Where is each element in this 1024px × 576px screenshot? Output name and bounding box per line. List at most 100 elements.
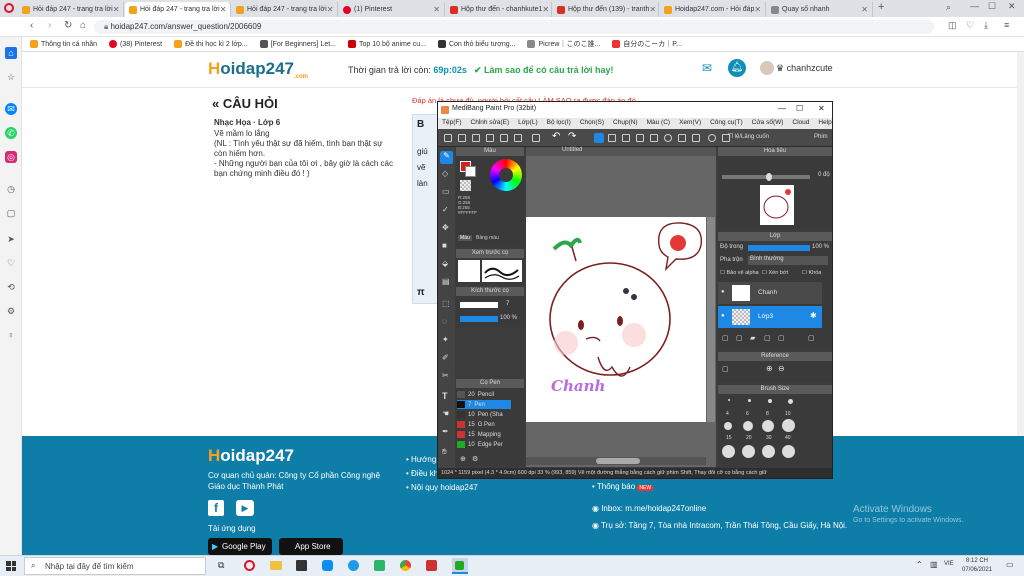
clock-time[interactable]: 8:12 CH (966, 558, 988, 564)
browser-tab-active[interactable]: Hỏi đáp 247 - trang tra lời ✕ (125, 2, 231, 17)
heart-icon[interactable]: ♡ (966, 20, 974, 31)
snap-curve-icon[interactable] (678, 134, 686, 142)
reload-icon[interactable]: ↻ (64, 20, 72, 31)
snap-off-icon[interactable] (692, 134, 700, 142)
close-window-button[interactable]: ✕ (1008, 1, 1016, 12)
canvas-vertical-scrollbar[interactable] (707, 217, 715, 422)
send-icon[interactable]: ➤ (5, 233, 17, 245)
dropdown-icon[interactable] (514, 134, 522, 142)
new-tab-button[interactable]: + (878, 1, 884, 13)
footer-link[interactable]: • Nội quy hoidap247 (406, 481, 478, 495)
site-logo[interactable]: Hoidap247.com (208, 59, 308, 80)
size-dot[interactable] (768, 399, 772, 403)
size-dot[interactable] (722, 445, 735, 458)
instagram-icon[interactable]: ◎ (5, 151, 17, 163)
browser-tab[interactable]: Hoidap247.com - Hỏi đáp ✕ (660, 2, 766, 17)
layer-opacity-value[interactable]: 100 % (812, 244, 829, 250)
hand-tool-icon[interactable]: ✋︎ (442, 447, 447, 457)
menu-item[interactable]: Chụp(N) (613, 119, 638, 128)
move-tool-icon[interactable]: ✥ (442, 223, 449, 232)
bold-button[interactable]: B (417, 119, 424, 130)
folder-icon[interactable]: ▰ (750, 334, 755, 342)
tray-chevron-icon[interactable]: ⌃ (916, 560, 923, 569)
navigator-thumbnail[interactable] (760, 185, 794, 225)
eyedropper-tool-icon[interactable]: ✒ (442, 427, 449, 436)
size-dot[interactable] (788, 399, 793, 404)
transparent-swatch[interactable] (460, 180, 471, 191)
redo-icon[interactable]: ↷ (568, 131, 576, 142)
close-tab-icon[interactable]: ✕ (220, 5, 227, 14)
background-color-swatch[interactable] (465, 166, 476, 177)
clock-icon[interactable]: ◷ (5, 183, 17, 195)
brush-tool-icon[interactable]: ✎ (440, 151, 453, 164)
layer-opacity-slider[interactable] (748, 245, 810, 251)
operation-tool-icon[interactable]: ☚ (442, 409, 449, 418)
brush-row[interactable]: 20 Pencil (457, 390, 511, 399)
close-tab-icon[interactable]: ✕ (433, 5, 440, 14)
bookmark-item[interactable]: Thông tin cá nhân (30, 40, 97, 48)
app-icon[interactable] (374, 560, 385, 571)
close-tab-icon[interactable]: ✕ (542, 5, 549, 14)
shape-tool-icon[interactable]: ▭ (442, 187, 450, 196)
browser-tab[interactable]: (1) Pinterest ✕ (339, 2, 445, 17)
math-button[interactable]: π (417, 287, 425, 298)
browser-tab[interactable]: Hỏi đáp 247 - trang tra lời ✕ (18, 2, 124, 17)
brush-row-selected[interactable]: 7 Pen (457, 400, 511, 409)
snap-circle-icon[interactable] (664, 134, 672, 142)
opera-taskbar-icon[interactable] (244, 560, 255, 571)
select-eraser-icon[interactable]: ✂ (442, 371, 449, 380)
open-reference-icon[interactable]: ▢ (722, 365, 729, 373)
footer-logo[interactable]: Hoidap247 (208, 446, 294, 466)
lasso-tool-icon[interactable]: ◌ (442, 317, 447, 326)
delete-layer-icon[interactable]: ▢ (808, 334, 815, 342)
new-file-icon[interactable] (444, 134, 452, 142)
close-tab-icon[interactable]: ✕ (113, 5, 120, 14)
menu-item[interactable]: Bộ lọc(I) (547, 119, 571, 128)
clipping-checkbox[interactable]: ☐ Xén bớt (762, 270, 788, 276)
download-icon[interactable]: ⤓ (984, 20, 988, 31)
antialias-icon[interactable] (594, 133, 604, 143)
eraser-tool-icon[interactable]: ◇ (442, 169, 448, 178)
forward-arrow-icon[interactable]: › (48, 20, 51, 31)
menu-item[interactable]: Chọn(S) (580, 119, 604, 128)
browser-tab[interactable]: Hỏi đáp 247 - trang tra lời ✕ (232, 2, 338, 17)
chat-icon[interactable]: ✉ (702, 61, 712, 75)
back-arrow-icon[interactable]: ‹ (30, 20, 33, 31)
brush-row[interactable]: 15 G Pen (457, 420, 511, 429)
avatar[interactable] (760, 61, 774, 75)
network-icon[interactable]: ▥ (930, 560, 938, 569)
windows-start-icon[interactable] (6, 561, 16, 571)
bookmark-item[interactable]: Picrew｜このこ誰... (527, 39, 600, 49)
palette-tab[interactable]: Bảng màu (476, 235, 499, 241)
merge-layer-icon[interactable]: ▢ (778, 334, 785, 342)
edge-icon[interactable] (348, 560, 359, 571)
gradient-tool-icon[interactable]: ▤ (442, 277, 450, 286)
settings-icon[interactable] (708, 134, 716, 142)
share-icon[interactable] (500, 134, 508, 142)
menu-item[interactable]: Cửa sổ(W) (752, 119, 784, 128)
facebook-icon[interactable]: f (208, 500, 224, 516)
app-store-button[interactable]: App Store (279, 538, 343, 555)
size-dot[interactable] (724, 422, 732, 430)
text-tool-icon[interactable]: T (442, 391, 448, 401)
messenger-icon[interactable]: ✉ (5, 103, 17, 115)
zoom-ratio[interactable]: Tỉ lệ/Lâng cuốn (728, 134, 769, 140)
brush-settings-icon[interactable]: ⚙ (472, 455, 478, 463)
eye-icon[interactable]: ● (721, 313, 725, 319)
export-icon[interactable] (532, 134, 540, 142)
notice-link[interactable]: • Thông báo NEW (592, 482, 654, 491)
howto-link[interactable]: ✔︎ Làm sao để có câu trả lời hay! (474, 65, 614, 76)
page-scrollbar[interactable] (1017, 52, 1024, 436)
size-dot[interactable] (743, 421, 753, 431)
bell-icon[interactable]: 🔔︎ (728, 59, 746, 77)
answer-editor[interactable]: B giú vẽ làn π (412, 114, 440, 304)
medibang-taskbar-icon[interactable] (452, 558, 468, 574)
browser-tab[interactable]: Hộp thư đến - chanhkute1 ✕ (446, 2, 552, 17)
cloud-icon[interactable] (486, 134, 494, 142)
brush-size-slider[interactable] (460, 302, 498, 308)
color-wheel[interactable] (490, 159, 522, 191)
brush-row[interactable]: 10 Edge Per (457, 440, 511, 449)
copy-layer-icon[interactable]: ▢ (764, 334, 771, 342)
menu-icon[interactable]: ≡ (1004, 20, 1009, 30)
brush-opacity-slider[interactable] (460, 316, 498, 322)
